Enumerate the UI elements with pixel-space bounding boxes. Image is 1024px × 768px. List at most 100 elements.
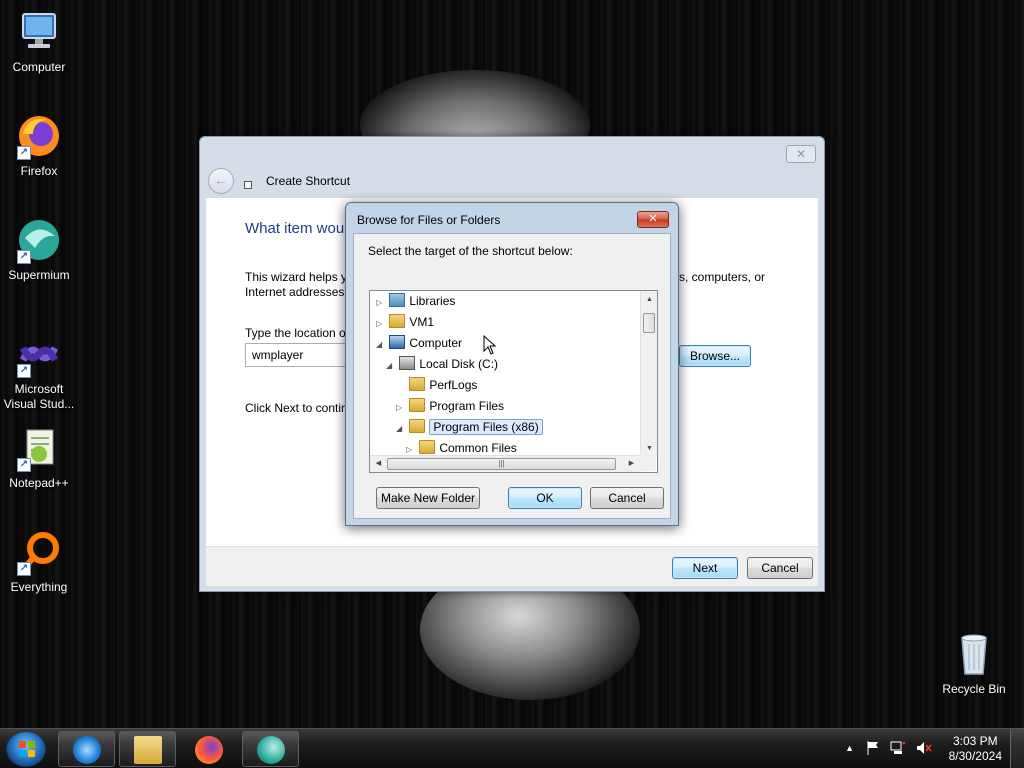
folder-icon — [389, 314, 406, 328]
desktop-icon-label: Firefox — [20, 164, 58, 178]
desktop-icon-firefox[interactable]: ↗ Firefox — [1, 112, 77, 179]
scroll-left-icon[interactable]: ◀ — [370, 456, 387, 472]
scroll-corner — [639, 454, 656, 471]
everything-icon: ↗ — [15, 528, 63, 576]
ok-button[interactable]: OK — [508, 487, 582, 509]
expander-icon[interactable]: ◢ — [396, 419, 406, 439]
action-center-flag-icon[interactable] — [867, 741, 879, 758]
expander-icon[interactable]: ▷ — [376, 314, 386, 334]
dialog-close-button[interactable]: ✕ — [637, 211, 669, 228]
scroll-right-icon[interactable]: ▶ — [623, 456, 640, 472]
browse-button[interactable]: Browse... — [679, 345, 751, 367]
wizard-heading: What item wou — [245, 220, 345, 237]
recycle-bin-icon — [950, 630, 998, 678]
folder-tree[interactable]: ▷ Libraries ▷ VM1 ◢ Computer ◢ Local Dis… — [369, 290, 658, 473]
supermium-icon — [257, 736, 285, 764]
shortcut-arrow-icon: ↗ — [17, 146, 31, 160]
browse-dialog: Browse for Files or Folders ✕ Select the… — [345, 202, 679, 526]
computer-icon — [389, 335, 406, 349]
desktop-icon-supermium[interactable]: ↗ Supermium — [1, 216, 77, 283]
desktop-icon-label: Everything — [10, 580, 68, 594]
windows-logo-icon — [19, 741, 35, 757]
desktop-icon-label: Supermium — [8, 268, 70, 282]
show-desktop-button[interactable] — [1010, 729, 1024, 768]
desktop-icon-notepadpp[interactable]: ↗ Notepad++ — [1, 424, 77, 491]
make-new-folder-button[interactable]: Make New Folder — [376, 487, 480, 509]
desktop-icon-visual-studio[interactable]: ↗ Microsoft Visual Stud... — [1, 330, 77, 412]
expander-icon[interactable]: ◢ — [386, 356, 396, 376]
expander-icon[interactable]: ▷ — [376, 293, 386, 313]
computer-icon — [15, 8, 63, 56]
desktop-icon-computer[interactable]: Computer — [1, 8, 77, 75]
tree-item-computer[interactable]: ◢ Computer — [376, 333, 462, 353]
wizard-intro-right: s, computers, or — [679, 270, 766, 284]
start-button[interactable] — [6, 731, 46, 767]
shortcut-icon — [244, 181, 252, 189]
wizard-footer: Next Cancel — [206, 546, 818, 586]
notepadpp-icon: ↗ — [15, 424, 63, 472]
shortcut-arrow-icon: ↗ — [17, 458, 31, 472]
libraries-icon — [389, 293, 406, 307]
tree-item-vm1[interactable]: ▷ VM1 — [376, 312, 434, 332]
expander-icon[interactable]: ▷ — [396, 398, 406, 418]
desktop-icon-label: Recycle Bin — [942, 682, 1006, 696]
tree-item-label: Libraries — [409, 294, 456, 308]
tree-item-label: PerfLogs — [429, 378, 478, 392]
click-next-text: Click Next to contin — [245, 401, 348, 415]
taskbar: ▲ 3:03 PM 8/30/2024 — [0, 728, 1024, 768]
wizard-close-button[interactable]: ✕ — [786, 145, 816, 163]
tree-item-label: VM1 — [409, 315, 435, 329]
horizontal-scrollbar[interactable]: ◀ ||| ▶ — [370, 455, 641, 472]
tree-item-label: Common Files — [439, 441, 517, 455]
taskbar-supermium-button[interactable] — [242, 731, 299, 767]
dialog-cancel-button[interactable]: Cancel — [590, 487, 664, 509]
desktop-icon-label: Microsoft Visual Stud... — [3, 382, 75, 411]
tree-item-label: Program Files (x86) — [429, 419, 543, 435]
vertical-scroll-thumb[interactable] — [643, 313, 655, 333]
tree-item-label: Local Disk (C:) — [419, 357, 499, 371]
tree-item-perflogs[interactable]: PerfLogs — [396, 375, 477, 395]
tree-item-label: Program Files — [429, 399, 505, 413]
wizard-intro-text: This wizard helps yo — [245, 270, 354, 284]
location-label: Type the location o — [245, 326, 346, 340]
taskbar-ie-button[interactable] — [58, 731, 115, 767]
clock-time: 3:03 PM — [952, 734, 998, 748]
desktop-icon-recycle-bin[interactable]: Recycle Bin — [936, 630, 1012, 697]
shortcut-arrow-icon: ↗ — [17, 562, 31, 576]
clock-date: 8/30/2024 — [948, 749, 1002, 763]
vertical-scrollbar[interactable]: ▲ ▼ — [640, 291, 657, 457]
taskbar-firefox-button[interactable] — [180, 731, 237, 767]
firefox-icon: ↗ — [15, 112, 63, 160]
back-arrow-icon[interactable]: ← — [208, 168, 234, 194]
internet-explorer-icon — [73, 736, 101, 764]
folder-icon — [409, 398, 426, 412]
dialog-body: Select the target of the shortcut below:… — [353, 233, 671, 519]
desktop-icon-everything[interactable]: ↗ Everything — [1, 528, 77, 595]
supermium-icon: ↗ — [15, 216, 63, 264]
folder-icon — [409, 377, 426, 391]
taskbar-explorer-button[interactable] — [119, 731, 176, 767]
tree-item-program-files-x86[interactable]: ◢ Program Files (x86) — [396, 417, 543, 437]
wizard-cancel-button[interactable]: Cancel — [747, 557, 813, 579]
network-icon[interactable] — [890, 741, 906, 758]
clock[interactable]: 3:03 PM 8/30/2024 — [949, 734, 1002, 764]
tree-item-program-files[interactable]: ▷ Program Files — [396, 396, 504, 416]
show-hidden-icons-icon[interactable]: ▲ — [845, 743, 854, 753]
desktop-icon-label: Computer — [12, 60, 66, 74]
disk-icon — [399, 356, 416, 370]
desktop-icon-label: Notepad++ — [9, 476, 69, 490]
volume-muted-icon[interactable] — [916, 741, 932, 758]
wizard-intro-line2: Internet addresses. — [245, 285, 348, 299]
firefox-icon — [195, 736, 223, 764]
tree-item-local-disk[interactable]: ◢ Local Disk (C:) — [386, 354, 498, 374]
scroll-up-icon[interactable]: ▲ — [641, 291, 657, 308]
horizontal-scroll-thumb[interactable]: ||| — [387, 458, 616, 470]
wizard-title: Create Shortcut — [266, 174, 351, 188]
shortcut-arrow-icon: ↗ — [17, 250, 31, 264]
shortcut-arrow-icon: ↗ — [17, 364, 31, 378]
tree-item-libraries[interactable]: ▷ Libraries — [376, 291, 455, 311]
visual-studio-icon: ↗ — [15, 330, 63, 378]
expander-icon[interactable]: ◢ — [376, 335, 386, 355]
dialog-instruction: Select the target of the shortcut below: — [368, 244, 573, 258]
next-button[interactable]: Next — [672, 557, 738, 579]
